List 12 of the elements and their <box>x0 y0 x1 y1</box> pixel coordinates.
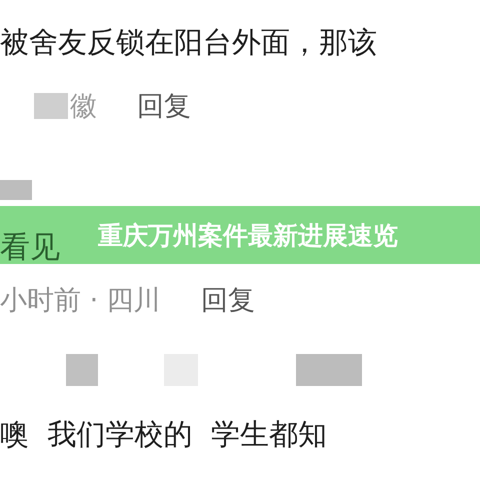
comment-meta: 徽 <box>70 90 97 124</box>
redaction-block <box>66 354 98 386</box>
comment-meta: 小时前 · 四川 <box>0 284 161 318</box>
redaction-block <box>296 354 362 386</box>
redaction-block <box>34 93 68 119</box>
reply-link[interactable]: 回复 <box>200 282 255 318</box>
comment-text: 看见 <box>0 230 60 266</box>
comment-text: 被舍友反锁在阳台外面，那该 <box>0 24 377 60</box>
banner-title: 重庆万州案件最新进展速览 <box>98 220 398 252</box>
reply-link[interactable]: 回复 <box>137 88 191 124</box>
comment-text: 噢 我们学校的 学生都知 <box>0 416 327 452</box>
redaction-block <box>0 180 32 200</box>
